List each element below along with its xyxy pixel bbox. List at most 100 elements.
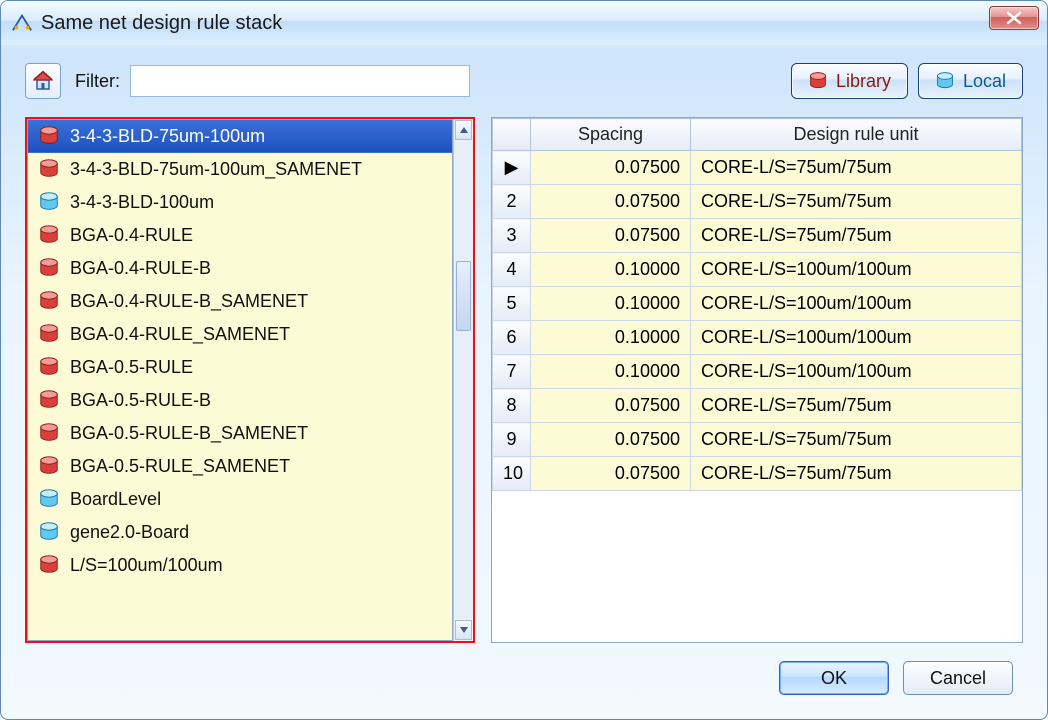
design-rule-unit-cell[interactable]: CORE-L/S=100um/100um	[691, 253, 1022, 287]
database-red-icon	[38, 422, 60, 444]
scroll-down-button[interactable]	[455, 620, 472, 640]
list-item[interactable]: gene2.0-Board	[28, 516, 452, 549]
window-title: Same net design rule stack	[41, 12, 282, 35]
spacing-cell[interactable]: 0.07500	[531, 389, 691, 423]
list-scrollbar[interactable]	[453, 119, 473, 641]
rule-list-frame: 3-4-3-BLD-75um-100um 3-4-3-BLD-75um-100um…	[25, 117, 475, 643]
spacing-column-header[interactable]: Spacing	[531, 119, 691, 151]
scroll-thumb[interactable]	[456, 261, 471, 331]
row-number[interactable]: 10	[493, 457, 531, 491]
design-rule-unit-cell[interactable]: CORE-L/S=100um/100um	[691, 355, 1022, 389]
chevron-up-icon	[459, 125, 469, 135]
row-number[interactable]: 4	[493, 253, 531, 287]
database-red-icon	[808, 71, 828, 91]
database-red-icon	[38, 257, 60, 279]
table-row[interactable]: 40.10000CORE-L/S=100um/100um	[493, 253, 1022, 287]
filter-input[interactable]	[130, 65, 470, 97]
design-rule-unit-cell[interactable]: CORE-L/S=75um/75um	[691, 219, 1022, 253]
list-item[interactable]: L/S=100um/100um	[28, 549, 452, 582]
row-number[interactable]: 6	[493, 321, 531, 355]
list-item[interactable]: BoardLevel	[28, 483, 452, 516]
spacing-cell[interactable]: 0.10000	[531, 287, 691, 321]
database-red-icon	[38, 158, 60, 180]
design-rule-unit-cell[interactable]: CORE-L/S=75um/75um	[691, 185, 1022, 219]
database-red-icon	[38, 554, 60, 576]
list-item-label: BGA-0.4-RULE-B_SAMENET	[70, 291, 308, 312]
table-row[interactable]: 50.10000CORE-L/S=100um/100um	[493, 287, 1022, 321]
spacing-cell[interactable]: 0.07500	[531, 151, 691, 185]
home-icon	[31, 69, 55, 93]
title-bar: Same net design rule stack	[1, 1, 1047, 45]
close-icon	[1005, 11, 1023, 25]
list-item-label: BGA-0.5-RULE-B_SAMENET	[70, 423, 308, 444]
spacing-cell[interactable]: 0.07500	[531, 457, 691, 491]
home-button[interactable]	[25, 63, 61, 99]
toolbar: Filter: Library Local	[25, 63, 1023, 99]
rule-table: Spacing Design rule unit ▶0.07500CORE-L/…	[491, 117, 1023, 643]
list-item[interactable]: 3-4-3-BLD-75um-100um	[28, 120, 452, 153]
database-blue-icon	[38, 488, 60, 510]
list-item-label: BGA-0.5-RULE_SAMENET	[70, 456, 290, 477]
list-item-label: L/S=100um/100um	[70, 555, 223, 576]
ok-button[interactable]: OK	[779, 661, 889, 695]
design-rule-unit-cell[interactable]: CORE-L/S=75um/75um	[691, 389, 1022, 423]
app-icon	[11, 12, 33, 34]
database-red-icon	[38, 356, 60, 378]
list-item[interactable]: 3-4-3-BLD-75um-100um_SAMENET	[28, 153, 452, 186]
row-number[interactable]: 5	[493, 287, 531, 321]
design-rule-unit-column-header[interactable]: Design rule unit	[691, 119, 1022, 151]
table-row[interactable]: 30.07500CORE-L/S=75um/75um	[493, 219, 1022, 253]
list-item-label: 3-4-3-BLD-75um-100um	[70, 126, 265, 147]
list-item[interactable]: BGA-0.5-RULE	[28, 351, 452, 384]
list-item[interactable]: BGA-0.5-RULE_SAMENET	[28, 450, 452, 483]
spacing-cell[interactable]: 0.10000	[531, 321, 691, 355]
row-number[interactable]: 7	[493, 355, 531, 389]
rule-list[interactable]: 3-4-3-BLD-75um-100um 3-4-3-BLD-75um-100um…	[27, 119, 453, 641]
design-rule-unit-cell[interactable]: CORE-L/S=100um/100um	[691, 287, 1022, 321]
table-row[interactable]: 90.07500CORE-L/S=75um/75um	[493, 423, 1022, 457]
row-number[interactable]: ▶	[493, 151, 531, 185]
library-button[interactable]: Library	[791, 63, 908, 99]
list-item[interactable]: BGA-0.4-RULE-B	[28, 252, 452, 285]
table-row[interactable]: 60.10000CORE-L/S=100um/100um	[493, 321, 1022, 355]
list-item[interactable]: BGA-0.5-RULE-B	[28, 384, 452, 417]
table-row[interactable]: 100.07500CORE-L/S=75um/75um	[493, 457, 1022, 491]
list-item[interactable]: BGA-0.4-RULE_SAMENET	[28, 318, 452, 351]
close-button[interactable]	[989, 6, 1039, 30]
scroll-up-button[interactable]	[455, 120, 472, 140]
dialog-window: Same net design rule stack Filter: Libra…	[0, 0, 1048, 720]
table-row[interactable]: 20.07500CORE-L/S=75um/75um	[493, 185, 1022, 219]
row-number[interactable]: 8	[493, 389, 531, 423]
spacing-cell[interactable]: 0.10000	[531, 253, 691, 287]
list-item[interactable]: BGA-0.4-RULE-B_SAMENET	[28, 285, 452, 318]
list-item-label: 3-4-3-BLD-100um	[70, 192, 214, 213]
local-button[interactable]: Local	[918, 63, 1023, 99]
list-item-label: gene2.0-Board	[70, 522, 189, 543]
cancel-button[interactable]: Cancel	[903, 661, 1013, 695]
list-item[interactable]: 3-4-3-BLD-100um	[28, 186, 452, 219]
scroll-track[interactable]	[454, 141, 473, 619]
design-rule-unit-cell[interactable]: CORE-L/S=75um/75um	[691, 423, 1022, 457]
design-rule-unit-cell[interactable]: CORE-L/S=75um/75um	[691, 457, 1022, 491]
list-item[interactable]: BGA-0.5-RULE-B_SAMENET	[28, 417, 452, 450]
list-item-label: BGA-0.4-RULE_SAMENET	[70, 324, 290, 345]
spacing-cell[interactable]: 0.07500	[531, 185, 691, 219]
database-blue-icon	[935, 71, 955, 91]
database-red-icon	[38, 224, 60, 246]
row-number[interactable]: 9	[493, 423, 531, 457]
row-number[interactable]: 2	[493, 185, 531, 219]
list-item[interactable]: BGA-0.4-RULE	[28, 219, 452, 252]
row-header-column[interactable]	[493, 119, 531, 151]
database-red-icon	[38, 323, 60, 345]
spacing-cell[interactable]: 0.07500	[531, 423, 691, 457]
list-item-label: 3-4-3-BLD-75um-100um_SAMENET	[70, 159, 362, 180]
row-number[interactable]: 3	[493, 219, 531, 253]
design-rule-unit-cell[interactable]: CORE-L/S=100um/100um	[691, 321, 1022, 355]
design-rule-unit-cell[interactable]: CORE-L/S=75um/75um	[691, 151, 1022, 185]
spacing-cell[interactable]: 0.10000	[531, 355, 691, 389]
table-row[interactable]: ▶0.07500CORE-L/S=75um/75um	[493, 151, 1022, 185]
table-row[interactable]: 80.07500CORE-L/S=75um/75um	[493, 389, 1022, 423]
database-blue-icon	[38, 521, 60, 543]
table-row[interactable]: 70.10000CORE-L/S=100um/100um	[493, 355, 1022, 389]
spacing-cell[interactable]: 0.07500	[531, 219, 691, 253]
